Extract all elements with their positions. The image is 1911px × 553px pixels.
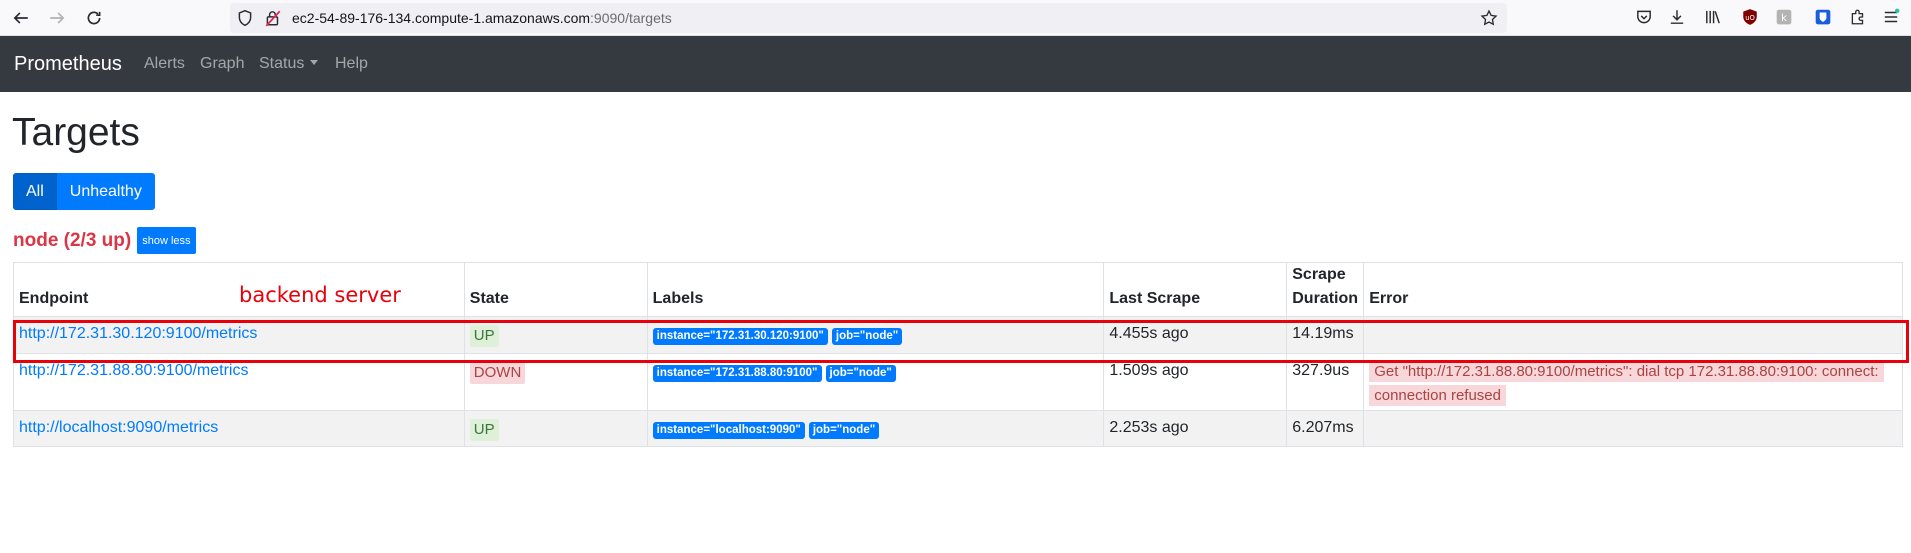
lock-warning-icon[interactable] bbox=[264, 9, 282, 27]
header-scrape-duration-line2: Duration bbox=[1292, 290, 1359, 307]
last-scrape-cell: 2.253s ago bbox=[1103, 410, 1288, 447]
state-badge: DOWN bbox=[469, 362, 526, 384]
menu-icon[interactable] bbox=[1881, 7, 1901, 27]
header-scrape-duration: Scrape Duration bbox=[1286, 262, 1365, 317]
header-labels: Labels bbox=[646, 262, 1105, 317]
label-badge-job: job="node" bbox=[808, 422, 880, 439]
annotation-label: backend server bbox=[239, 283, 401, 307]
error-cell bbox=[1363, 410, 1903, 447]
filter-all-button[interactable]: All bbox=[13, 173, 57, 210]
star-icon[interactable] bbox=[1480, 9, 1498, 27]
reload-icon[interactable] bbox=[81, 5, 107, 31]
pool-header: node (2/3 up) show less bbox=[13, 227, 196, 254]
url-bar[interactable]: ec2-54-89-176-134.compute-1.amazonaws.co… bbox=[230, 3, 1507, 33]
endpoint-link[interactable]: http://172.31.88.80:9100/metrics bbox=[19, 362, 248, 379]
filter-unhealthy-button[interactable]: Unhealthy bbox=[56, 173, 155, 210]
scrape-duration-cell: 6.207ms bbox=[1286, 410, 1365, 447]
table-row: http://localhost:9090/metrics UP instanc… bbox=[13, 410, 1903, 447]
state-badge: UP bbox=[469, 419, 499, 441]
library-icon[interactable] bbox=[1703, 7, 1723, 27]
header-scrape-duration-line1: Scrape bbox=[1292, 266, 1346, 283]
label-badge-instance: instance="172.31.88.80:9100" bbox=[652, 365, 822, 382]
top-navbar: Prometheus Alerts Graph Status Help bbox=[0, 36, 1911, 92]
filter-button-group: All Unhealthy bbox=[13, 173, 155, 210]
nav-alerts[interactable]: Alerts bbox=[144, 55, 185, 73]
shield-icon[interactable] bbox=[236, 9, 254, 27]
bitwarden-icon[interactable] bbox=[1813, 7, 1833, 27]
back-icon[interactable] bbox=[8, 5, 34, 31]
header-last-scrape: Last Scrape bbox=[1103, 262, 1288, 317]
download-icon[interactable] bbox=[1667, 7, 1687, 27]
puzzle-icon[interactable] bbox=[1848, 7, 1868, 27]
labels-cell: instance="localhost:9090" job="node" bbox=[646, 410, 1105, 447]
nav-status-dropdown[interactable]: Status bbox=[259, 55, 319, 73]
forward-icon[interactable] bbox=[44, 5, 70, 31]
svg-text:uO: uO bbox=[1745, 14, 1755, 22]
extension-icon[interactable]: k bbox=[1774, 7, 1794, 27]
url-text[interactable]: ec2-54-89-176-134.compute-1.amazonaws.co… bbox=[292, 10, 672, 26]
error-message: Get "http://172.31.88.80:9100/metrics": … bbox=[1369, 361, 1884, 406]
label-badge-instance: instance="localhost:9090" bbox=[652, 422, 805, 439]
browser-toolbar: ec2-54-89-176-134.compute-1.amazonaws.co… bbox=[0, 0, 1911, 36]
brand-link[interactable]: Prometheus bbox=[14, 53, 122, 76]
endpoint-cell: http://localhost:9090/metrics bbox=[13, 410, 465, 447]
url-host: ec2-54-89-176-134.compute-1.amazonaws.co… bbox=[292, 10, 591, 26]
pool-title-link[interactable]: node (2/3 up) bbox=[13, 230, 131, 252]
chevron-down-icon bbox=[310, 60, 319, 65]
state-cell: UP bbox=[463, 410, 648, 447]
svg-text:k: k bbox=[1781, 13, 1787, 24]
endpoint-link[interactable]: http://localhost:9090/metrics bbox=[19, 419, 218, 436]
nav-status-label: Status bbox=[259, 55, 305, 72]
header-state: State bbox=[463, 262, 648, 317]
show-less-button[interactable]: show less bbox=[137, 227, 196, 254]
annotation-highlight-box bbox=[13, 320, 1909, 363]
nav-help[interactable]: Help bbox=[335, 55, 368, 73]
pocket-icon[interactable] bbox=[1634, 7, 1654, 27]
header-error: Error bbox=[1363, 262, 1903, 317]
label-badge-job: job="node" bbox=[825, 365, 896, 382]
url-path: :9090/targets bbox=[590, 10, 672, 26]
ublock-icon[interactable]: uO bbox=[1740, 7, 1760, 27]
page-title: Targets bbox=[12, 111, 140, 154]
nav-graph[interactable]: Graph bbox=[200, 55, 244, 73]
